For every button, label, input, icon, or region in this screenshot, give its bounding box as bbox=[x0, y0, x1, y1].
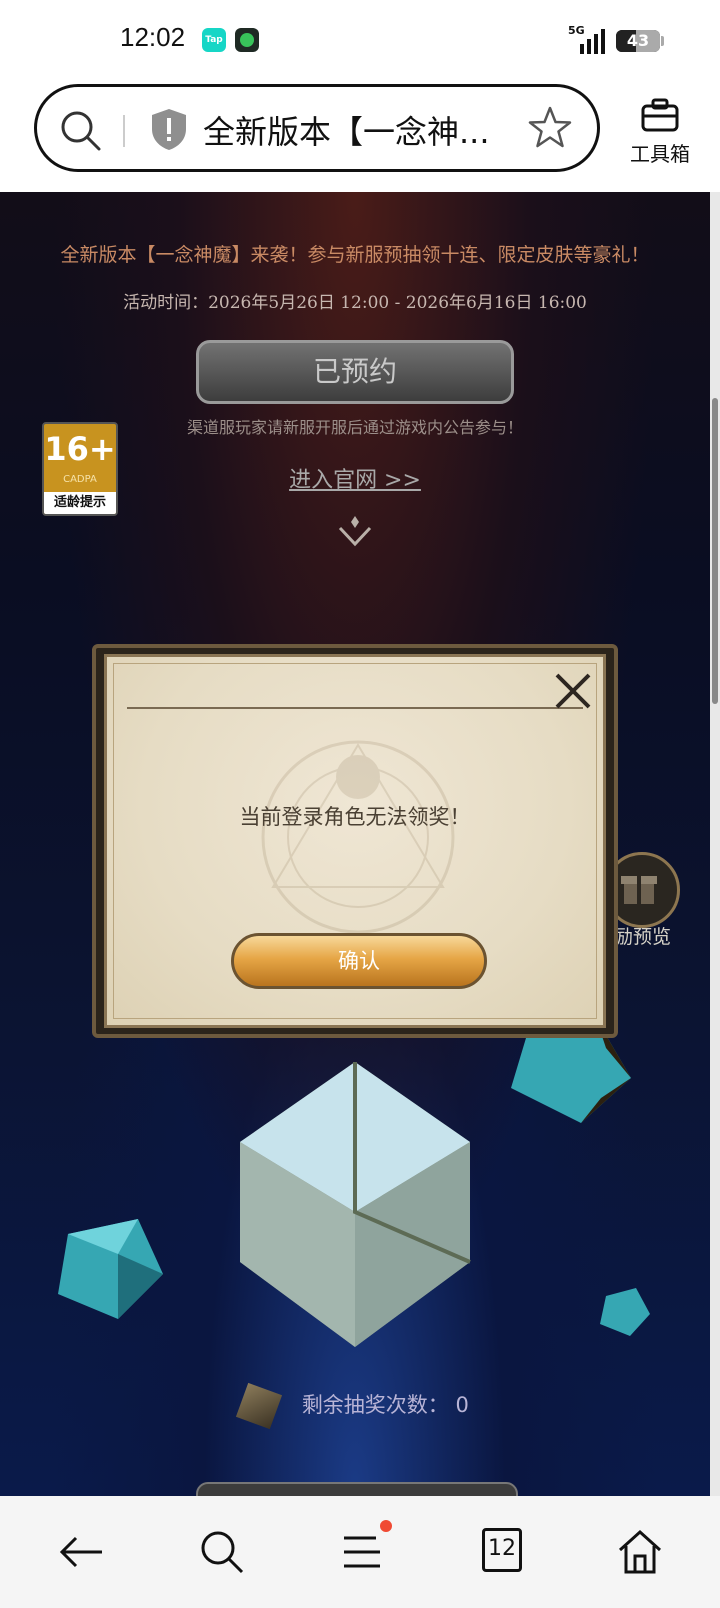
confirm-button[interactable]: 确认 bbox=[231, 933, 487, 989]
scroll-down-icon[interactable] bbox=[338, 514, 372, 548]
browser-toolbar: 全新版本【一念神... 工具箱 bbox=[0, 80, 720, 192]
tap-app-icon: Tap bbox=[202, 28, 226, 52]
search-icon[interactable] bbox=[196, 1526, 248, 1578]
main-cube bbox=[240, 1062, 471, 1347]
close-icon[interactable] bbox=[553, 671, 593, 711]
battery-tip bbox=[661, 36, 664, 46]
scrollbar-thumb[interactable] bbox=[712, 398, 718, 704]
dialog-message: 当前登录角色无法领奖！ bbox=[239, 805, 471, 829]
remaining-draws: 剩余抽奖次数： 0 bbox=[0, 1382, 710, 1430]
status-bar: 12:02 Tap 5G 43 bbox=[0, 0, 720, 80]
remaining-count: 0 bbox=[455, 1393, 469, 1417]
small-cube-left bbox=[58, 1219, 163, 1319]
battery-level: 43 bbox=[626, 31, 650, 50]
event-time: 活动时间：2026年5月26日 12:00 - 2026年6月16日 16:00 bbox=[123, 293, 587, 313]
menu-icon[interactable] bbox=[336, 1526, 388, 1578]
alert-dialog: 当前登录角色无法领奖！ 确认 bbox=[104, 654, 606, 1028]
reward-preview-label[interactable]: 励预览 bbox=[614, 922, 671, 949]
age-tip: 适龄提示 bbox=[44, 492, 116, 514]
tiny-cube-right bbox=[600, 1288, 650, 1336]
signal-icon bbox=[580, 29, 605, 54]
tab-count-button[interactable]: 12 bbox=[482, 1528, 522, 1572]
gem-icon bbox=[236, 1382, 283, 1430]
channel-note: 渠道服玩家请新服开服后通过游戏内公告参与！ bbox=[186, 418, 523, 437]
search-icon[interactable] bbox=[59, 109, 103, 153]
game-app-icon bbox=[235, 28, 259, 52]
bottom-navigation: 12 bbox=[0, 1496, 720, 1608]
address-bar[interactable]: 全新版本【一念神... bbox=[34, 84, 600, 172]
notification-dot bbox=[380, 1520, 392, 1532]
draw-button[interactable] bbox=[196, 1482, 518, 1496]
magic-circle-watermark bbox=[261, 740, 455, 934]
back-icon[interactable] bbox=[56, 1526, 108, 1578]
battery-icon: 43 bbox=[616, 30, 660, 52]
bookmark-star-icon[interactable] bbox=[527, 105, 573, 151]
event-banner: 全新版本【一念神魔】来袭！参与新服预抽领十连、限定皮肤等豪礼！ bbox=[60, 244, 650, 266]
address-divider bbox=[123, 115, 125, 147]
toolbox-icon bbox=[641, 98, 679, 132]
shield-icon[interactable] bbox=[149, 107, 189, 151]
remaining-label: 剩余抽奖次数： bbox=[301, 1393, 449, 1417]
toolbox-label: 工具箱 bbox=[630, 142, 690, 166]
dialog-title-rule bbox=[127, 707, 583, 709]
toolbox-button[interactable]: 工具箱 bbox=[624, 98, 696, 167]
page-title[interactable]: 全新版本【一念神... bbox=[203, 107, 490, 153]
home-icon[interactable] bbox=[614, 1526, 666, 1578]
official-site-link[interactable]: 进入官网 >> bbox=[0, 462, 710, 494]
reserved-button[interactable]: 已预约 bbox=[196, 340, 514, 404]
scrollbar-track[interactable] bbox=[710, 192, 720, 1496]
status-time: 12:02 bbox=[120, 22, 186, 52]
